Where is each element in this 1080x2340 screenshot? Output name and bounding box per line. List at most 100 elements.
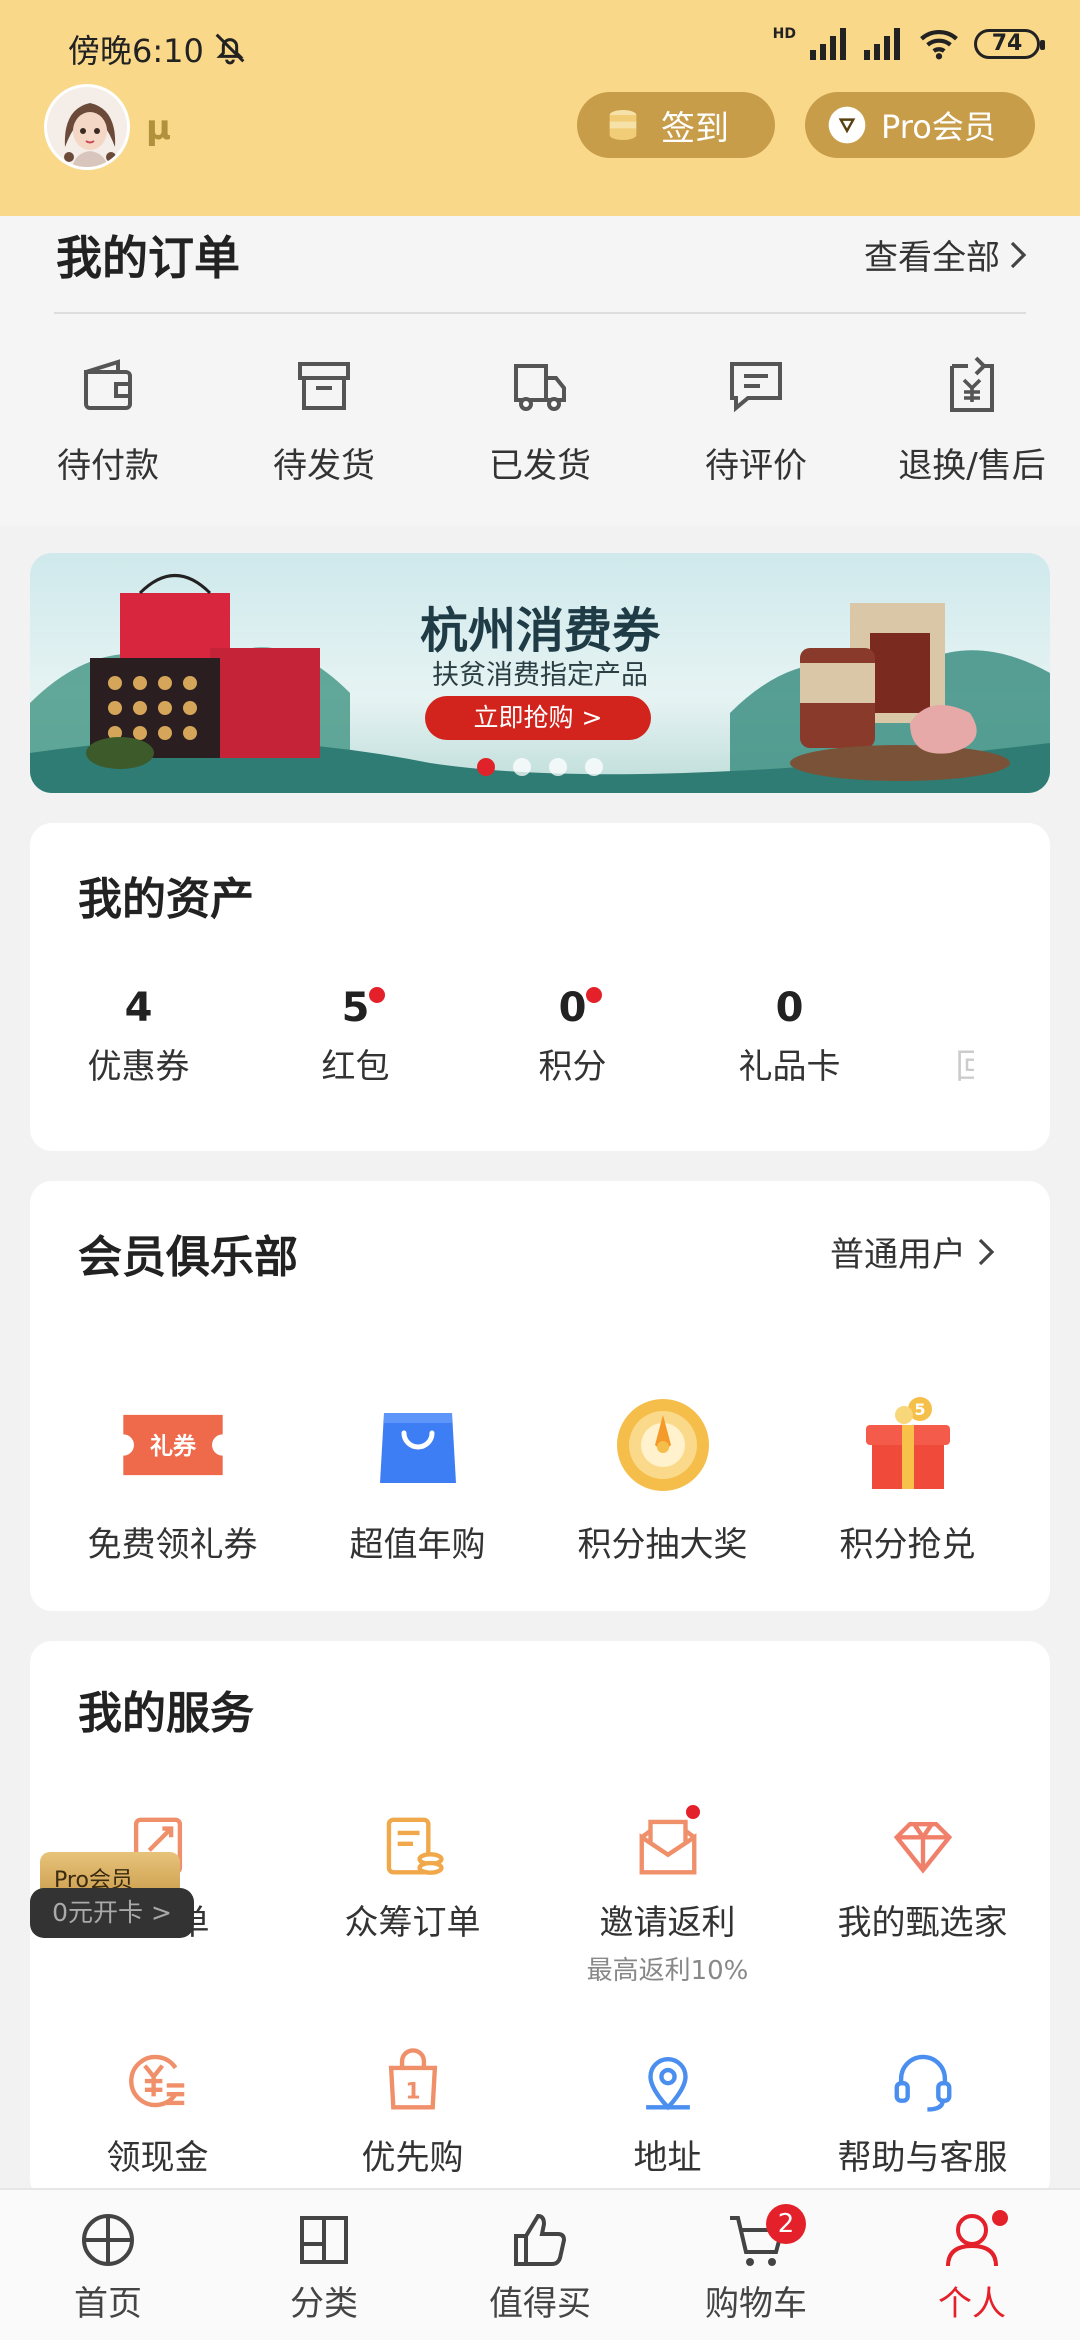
crowdfunding-icon bbox=[386, 1817, 444, 1875]
box-icon bbox=[298, 362, 350, 410]
pro-member-button[interactable]: Pro会员 bbox=[805, 92, 1035, 158]
diamond-icon bbox=[893, 1821, 952, 1874]
nav-profile[interactable]: 个人 bbox=[864, 2190, 1080, 2340]
view-all-label: 查看全部 bbox=[864, 238, 1000, 278]
service-crowdfunding-orders[interactable]: 众筹订单 bbox=[285, 1811, 540, 1987]
service-label: 优先购 bbox=[361, 2138, 464, 2178]
assets-row: 4 优惠券 5 红包 0 积分 0 礼品卡 ¥0 回馈金 bbox=[30, 981, 1080, 1088]
sign-in-label: 签到 bbox=[661, 108, 729, 149]
service-selector[interactable]: 我的甄选家 bbox=[795, 1811, 1050, 1987]
points-lottery-item[interactable]: 积分抽大奖 bbox=[540, 1395, 785, 1566]
service-get-cash[interactable]: 领现金 bbox=[30, 2046, 285, 2179]
services-title: 我的服务 bbox=[78, 1688, 254, 1739]
gift-box-icon: 5 bbox=[865, 1397, 950, 1489]
service-label: 领现金 bbox=[106, 2138, 209, 2178]
ticket-text: 礼券 bbox=[149, 1433, 196, 1460]
service-address[interactable]: 地址 bbox=[540, 2046, 795, 2179]
club-title: 会员俱乐部 bbox=[78, 1232, 298, 1283]
wallet-icon bbox=[84, 359, 132, 410]
free-coupon-item[interactable]: 礼券 免费领礼券 bbox=[50, 1395, 295, 1566]
service-priority-buy[interactable]: 1 优先购 bbox=[285, 2046, 540, 2179]
club-benefits-row: 礼券 免费领礼券 超值年购 积分抽大奖 5 积分抢兑 bbox=[50, 1395, 1030, 1566]
asset-red-packets[interactable]: 5 红包 bbox=[247, 981, 464, 1088]
order-pending-payment[interactable]: 待付款 bbox=[0, 354, 216, 487]
asset-label: 红包 bbox=[321, 1047, 390, 1087]
status-time: 傍晚6:10 bbox=[68, 32, 204, 70]
bell-muted-icon bbox=[215, 33, 245, 65]
chevron-right-icon bbox=[978, 1238, 995, 1265]
order-item-label: 已发货 bbox=[489, 446, 591, 486]
notification-dot bbox=[686, 1805, 700, 1819]
asset-gift-cards[interactable]: 0 礼品卡 bbox=[681, 981, 898, 1088]
service-invite-rebate[interactable]: 邀请返利 最高返利10% bbox=[540, 1805, 795, 1987]
page-dot bbox=[513, 758, 531, 776]
asset-label: 回馈金 bbox=[955, 1047, 975, 1087]
order-pending-review[interactable]: 待评价 bbox=[648, 354, 864, 487]
shopping-bag-icon bbox=[379, 1413, 456, 1483]
notification-dot bbox=[992, 2210, 1008, 2226]
annual-purchase-item[interactable]: 超值年购 bbox=[295, 1395, 540, 1566]
order-pending-shipment[interactable]: 待发货 bbox=[216, 354, 432, 487]
points-exchange-item[interactable]: 5 积分抢兑 bbox=[785, 1395, 1030, 1566]
svg-text:1: 1 bbox=[405, 2080, 420, 2105]
chevron-right-icon bbox=[1010, 241, 1027, 268]
order-status-row: 待付款 待发货 已发货 待评价 退换/售后 bbox=[0, 354, 1080, 487]
avatar-image bbox=[47, 87, 127, 167]
page-dot-active bbox=[477, 758, 495, 776]
member-level-link[interactable]: 普通用户 bbox=[830, 1227, 996, 1276]
asset-value: 0 bbox=[775, 985, 804, 1031]
yuan-coin-icon bbox=[128, 2054, 184, 2108]
nav-worth-buying[interactable]: 值得买 bbox=[432, 2190, 648, 2340]
order-shipped[interactable]: 已发货 bbox=[432, 354, 648, 487]
divider bbox=[54, 312, 1026, 314]
home-basketball-icon bbox=[82, 2214, 134, 2266]
asset-value: 0 bbox=[558, 985, 587, 1031]
hd-label: HD bbox=[772, 26, 796, 42]
service-label: 邀请返利 bbox=[599, 1903, 736, 1943]
order-item-label: 退换/售后 bbox=[898, 446, 1046, 486]
sign-in-button[interactable]: 签到 bbox=[577, 92, 775, 158]
svg-text:5: 5 bbox=[914, 1400, 925, 1419]
bottom-nav: 首页 分类 值得买 2 购物车 个人 bbox=[0, 2188, 1080, 2340]
order-refund-aftersale[interactable]: 退换/售后 bbox=[864, 354, 1080, 487]
asset-coupons[interactable]: 4 优惠券 bbox=[30, 981, 247, 1088]
club-item-label: 免费领礼券 bbox=[87, 1525, 258, 1565]
nav-cart[interactable]: 2 购物车 bbox=[648, 2190, 864, 2340]
nav-label: 首页 bbox=[74, 2284, 142, 2324]
service-label: 我的甄选家 bbox=[837, 1903, 1008, 1943]
view-all-orders-link[interactable]: 查看全部 bbox=[864, 230, 1028, 279]
username[interactable]: μ bbox=[146, 108, 171, 148]
nav-label: 购物车 bbox=[705, 2284, 807, 2324]
pro-badge-icon bbox=[828, 106, 866, 144]
status-bar: 傍晚6:10 HD 74 bbox=[0, 0, 1080, 90]
asset-label: 礼品卡 bbox=[738, 1047, 841, 1087]
service-help-support[interactable]: 帮助与客服 bbox=[795, 2046, 1050, 2179]
asset-rebate[interactable]: ¥0 回馈金 bbox=[898, 981, 975, 1088]
order-item-label: 待发货 bbox=[273, 446, 375, 486]
asset-label: 优惠券 bbox=[87, 1047, 190, 1087]
refund-icon bbox=[950, 356, 994, 412]
service-label: 众筹订单 bbox=[344, 1903, 481, 1943]
nav-label: 值得买 bbox=[489, 2284, 591, 2324]
nav-home[interactable]: 首页 bbox=[0, 2190, 216, 2340]
priority-bag-icon: 1 bbox=[388, 2048, 437, 2110]
promo-banner[interactable]: 杭州消费券 扶贫消费指定产品 立即抢购 > bbox=[30, 553, 1050, 793]
coins-icon bbox=[609, 110, 637, 140]
notification-dot bbox=[586, 987, 603, 1003]
truck-icon bbox=[514, 364, 566, 411]
service-label: 帮助与客服 bbox=[837, 2138, 1008, 2178]
page-dot bbox=[585, 758, 603, 776]
nav-category[interactable]: 分类 bbox=[216, 2190, 432, 2340]
avatar[interactable] bbox=[44, 84, 130, 170]
pro-card-open-label: 0元开卡 > bbox=[30, 1888, 194, 1938]
floating-pro-card[interactable]: Pro会员 0元开卡 > bbox=[30, 1852, 194, 1938]
club-item-label: 超值年购 bbox=[349, 1525, 486, 1565]
lottery-wheel-icon bbox=[616, 1399, 709, 1491]
my-orders-section: 我的订单 查看全部 待付款 待发货 已发货 待评价 退换/售后 bbox=[0, 216, 1080, 526]
wifi-icon bbox=[920, 30, 958, 60]
asset-points[interactable]: 0 积分 bbox=[464, 981, 681, 1088]
banner-buy-now-button[interactable]: 立即抢购 > bbox=[425, 696, 651, 740]
my-assets-card: 我的资产 4 优惠券 5 红包 0 积分 0 礼品卡 ¥0 回馈金 bbox=[30, 823, 1050, 1151]
location-pin-icon bbox=[645, 2056, 690, 2111]
envelope-icon bbox=[639, 1819, 696, 1875]
